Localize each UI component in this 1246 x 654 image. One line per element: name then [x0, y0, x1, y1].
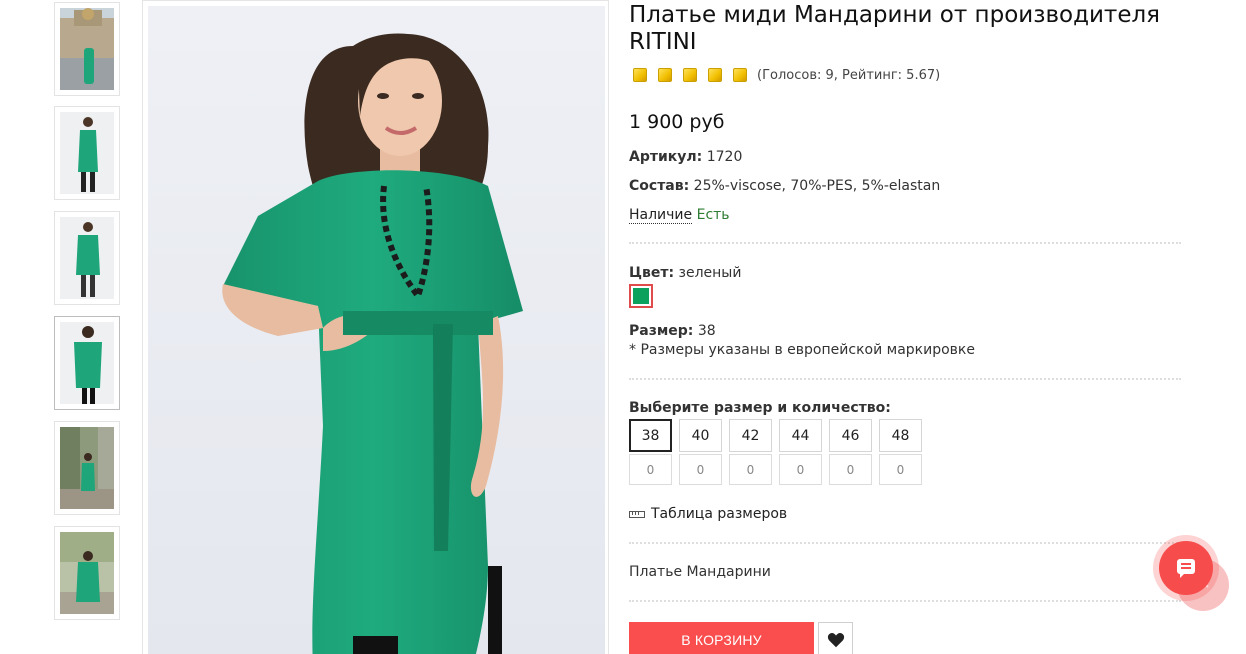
star-icon[interactable] — [708, 68, 722, 82]
thumbnail-image — [60, 217, 114, 299]
size-note: * Размеры указаны в европейской маркиров… — [629, 342, 975, 358]
quantity-input[interactable]: 0 — [729, 454, 772, 485]
quantity-input[interactable]: 0 — [879, 454, 922, 485]
size-table-label: Таблица размеров — [651, 506, 788, 522]
size-option: 44 0 — [779, 419, 822, 485]
heart-icon — [827, 632, 844, 647]
thumbnail-2[interactable] — [54, 106, 120, 200]
article-value: 1720 — [706, 149, 743, 165]
size-button-48[interactable]: 48 — [879, 419, 922, 452]
product-short-name: Платье Мандарини — [629, 564, 771, 580]
color-label: Цвет: — [629, 265, 675, 281]
size-picker-label: Выберите размер и количество: — [629, 400, 891, 416]
size-picker: 38 0 40 0 42 0 44 0 46 0 48 0 — [629, 419, 929, 485]
swatch-fill — [633, 288, 649, 304]
size-option: 48 0 — [879, 419, 922, 485]
color-row: Цвет: зеленый — [629, 265, 741, 281]
thumbnail-image — [60, 8, 114, 90]
size-picker-label-text: Выберите размер и количество: — [629, 400, 891, 416]
quantity-input[interactable]: 0 — [779, 454, 822, 485]
color-value: зеленый — [678, 265, 742, 281]
star-icon[interactable] — [733, 68, 747, 82]
size-button-46[interactable]: 46 — [829, 419, 872, 452]
color-swatch-green[interactable] — [629, 284, 653, 308]
product-photo — [148, 6, 605, 654]
availability-value: Есть — [696, 207, 730, 223]
thumbnail-image — [60, 532, 114, 614]
size-option: 42 0 — [729, 419, 772, 485]
size-row: Размер: 38 — [629, 323, 716, 339]
star-icon[interactable] — [658, 68, 672, 82]
size-button-44[interactable]: 44 — [779, 419, 822, 452]
divider — [629, 378, 1181, 380]
thumbnail-image — [60, 322, 114, 404]
add-to-cart-button[interactable]: В КОРЗИНУ — [629, 622, 814, 654]
size-button-38[interactable]: 38 — [629, 419, 672, 452]
thumbnail-5[interactable] — [54, 421, 120, 515]
size-label: Размер: — [629, 323, 694, 339]
star-icon[interactable] — [633, 68, 647, 82]
thumbnail-4-active[interactable] — [54, 316, 120, 410]
star-icon[interactable] — [683, 68, 697, 82]
divider — [629, 242, 1181, 244]
thumbnail-image — [60, 112, 114, 194]
size-value: 38 — [697, 323, 716, 339]
thumbnail-1[interactable] — [54, 2, 120, 96]
thumbnail-3[interactable] — [54, 211, 120, 305]
quantity-input[interactable]: 0 — [679, 454, 722, 485]
size-button-42[interactable]: 42 — [729, 419, 772, 452]
composition-value: 25%-viscose, 70%-PES, 5%-elastan — [693, 178, 941, 194]
availability-label[interactable]: Наличие — [629, 207, 693, 224]
composition-label: Состав: — [629, 178, 690, 194]
price: 1 900 руб — [629, 111, 725, 133]
product-title: Платье миди Мандарини от производителя R… — [629, 2, 1161, 55]
availability-row: Наличие Есть — [629, 207, 730, 224]
size-button-40[interactable]: 40 — [679, 419, 722, 452]
favorite-button[interactable] — [818, 622, 853, 654]
article-row: Артикул: 1720 — [629, 149, 742, 165]
composition-row: Состав: 25%-viscose, 70%-PES, 5%-elastan — [629, 178, 940, 194]
size-option: 40 0 — [679, 419, 722, 485]
quantity-input[interactable]: 0 — [829, 454, 872, 485]
ruler-icon — [629, 510, 645, 518]
thumbnail-image — [60, 427, 114, 509]
size-option: 38 0 — [629, 419, 672, 485]
quantity-input[interactable]: 0 — [629, 454, 672, 485]
divider — [629, 600, 1181, 602]
main-product-image[interactable] — [142, 0, 609, 654]
chat-button-inner — [1159, 541, 1213, 595]
divider — [629, 542, 1181, 544]
thumbnail-6[interactable] — [54, 526, 120, 620]
size-option: 46 0 — [829, 419, 872, 485]
chat-icon — [1177, 559, 1195, 578]
article-label: Артикул: — [629, 149, 703, 165]
rating: (Голосов: 9, Рейтинг: 5.67) — [633, 66, 940, 84]
size-table-link[interactable]: Таблица размеров — [629, 506, 787, 522]
chat-button[interactable] — [1153, 535, 1219, 601]
rating-text: (Голосов: 9, Рейтинг: 5.67) — [757, 67, 941, 83]
